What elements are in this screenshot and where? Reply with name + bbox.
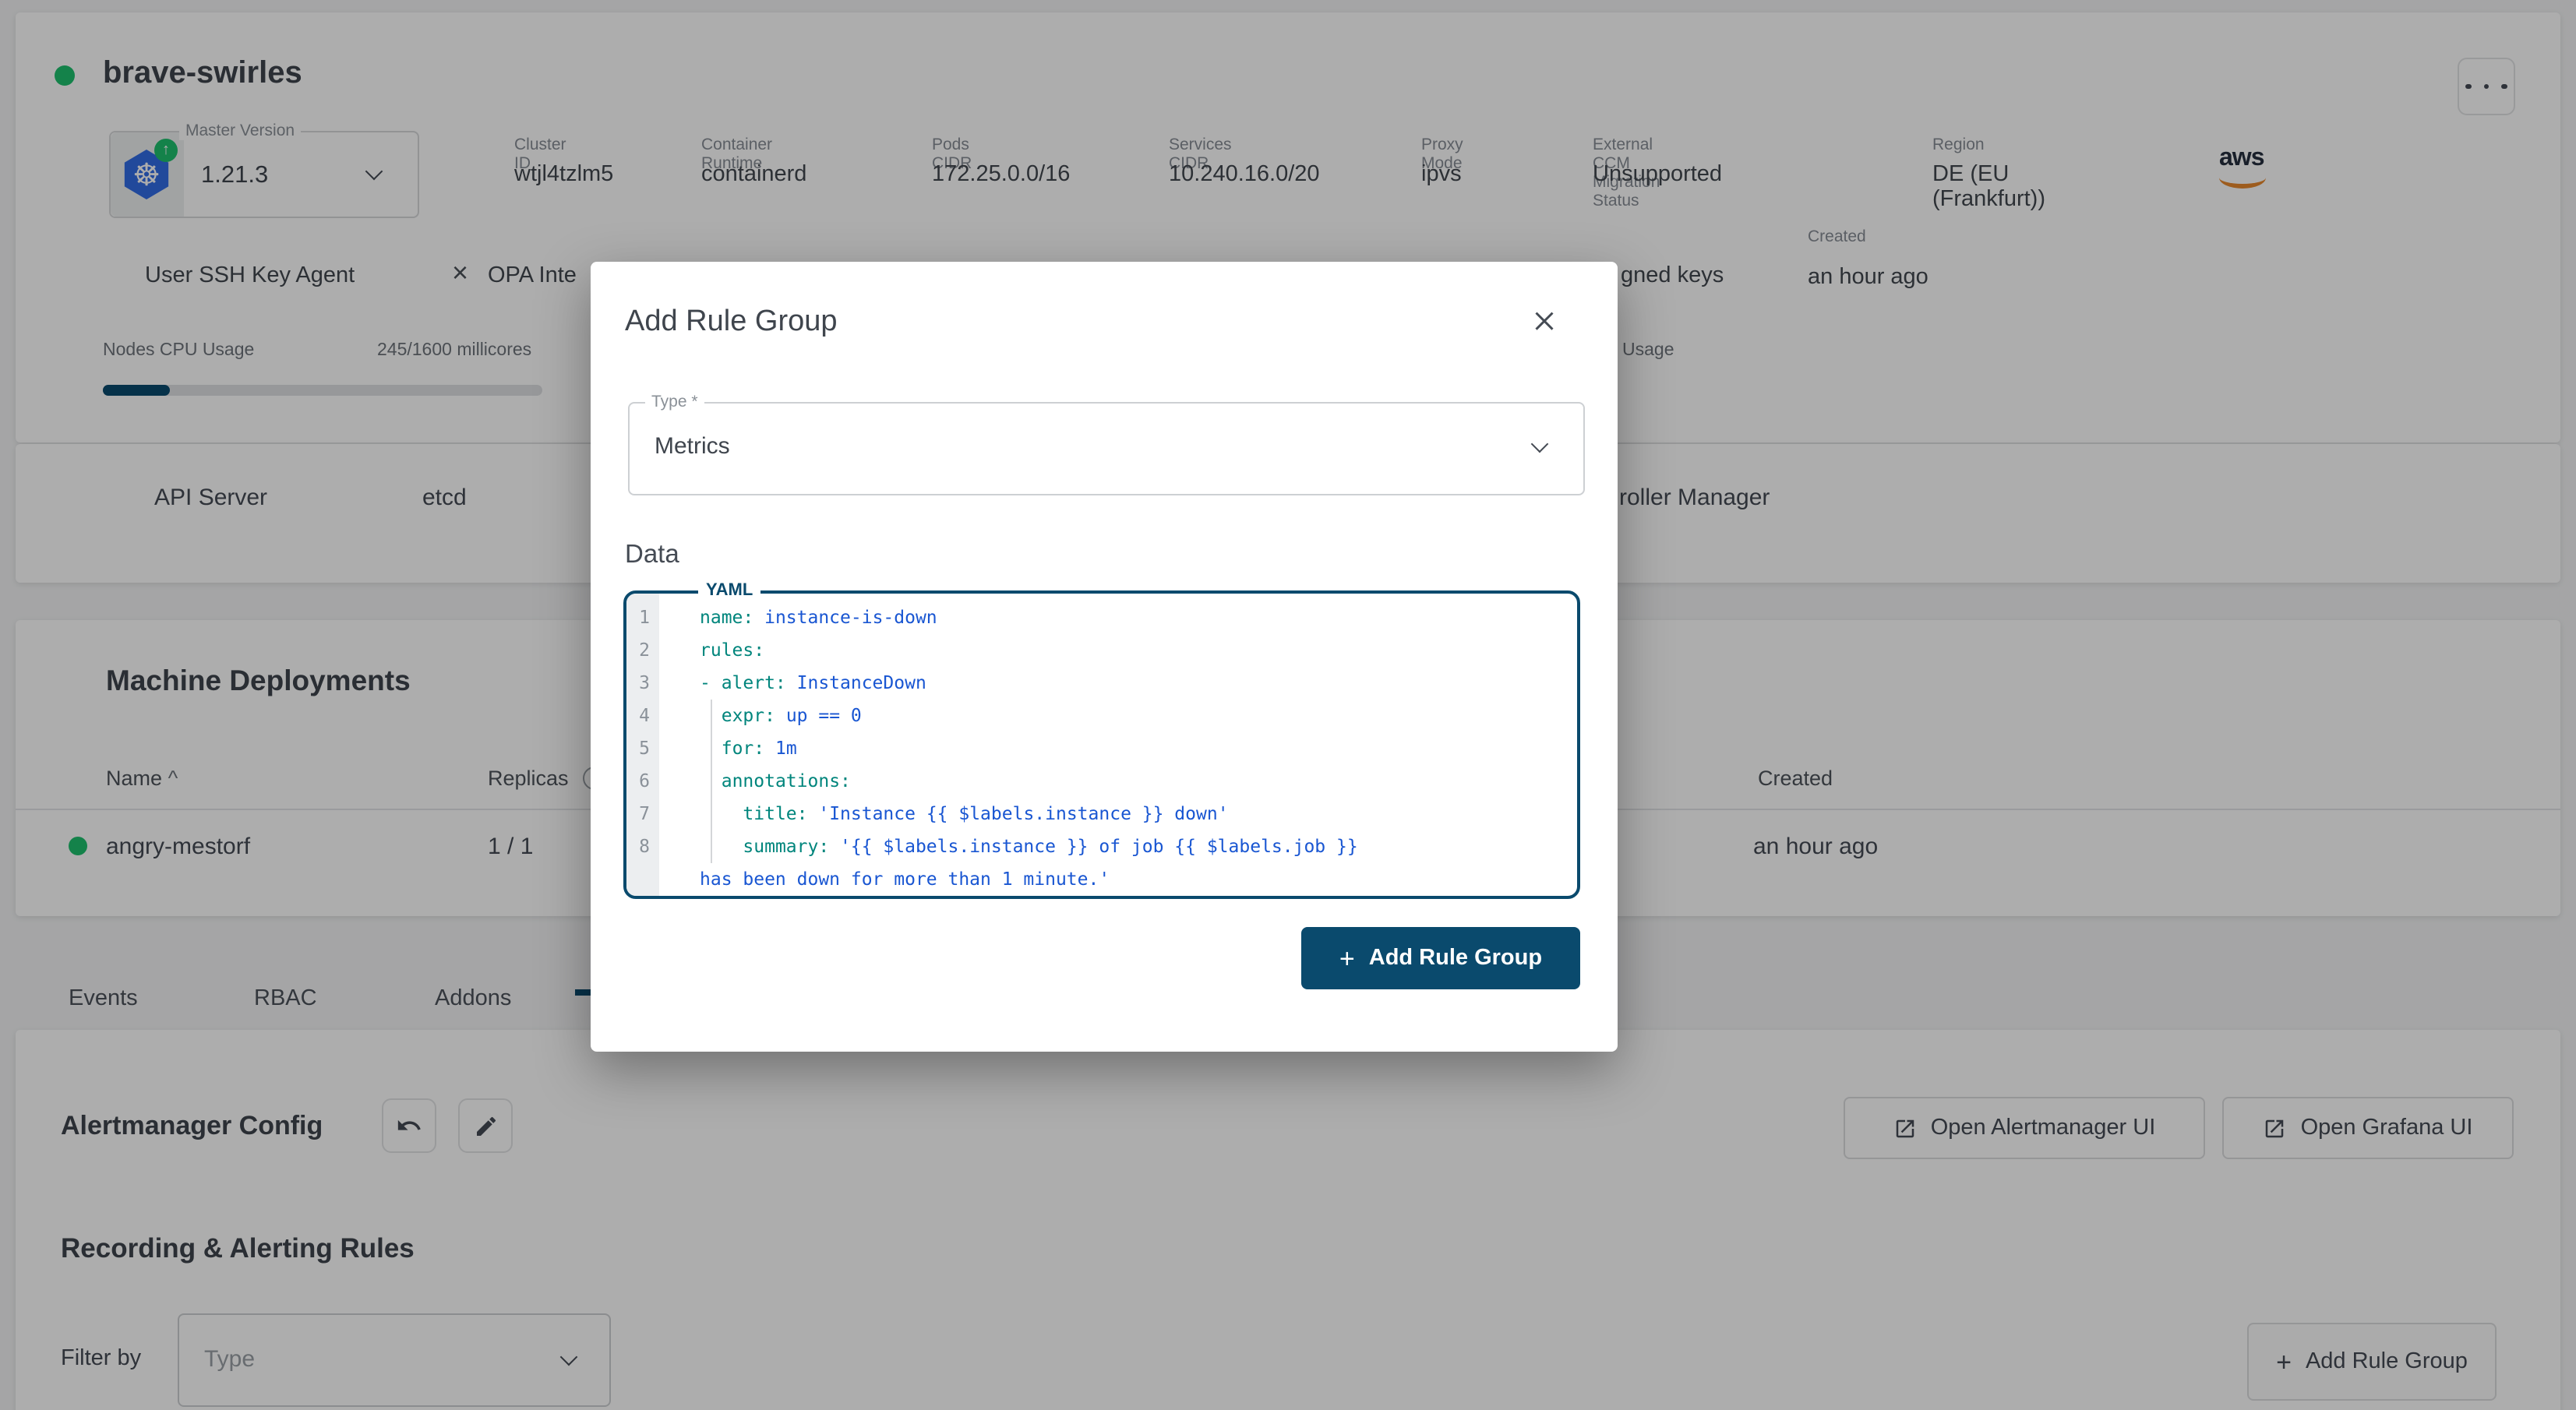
add-rule-group-dialog: Add Rule Group Type * Metrics Data YAML …: [591, 262, 1618, 1052]
type-select-value: Metrics: [655, 433, 730, 460]
code-line: 4 expr: up == 0: [626, 700, 1577, 732]
code-text: title: 'Instance {{ $labels.instance }} …: [743, 802, 1229, 824]
code-line: 7 title: 'Instance {{ $labels.instance }…: [626, 798, 1577, 830]
line-number: 8: [639, 835, 650, 857]
cluster-page: brave-swirles ☸ ↑ Master Version 1.21.3 …: [0, 0, 2576, 1410]
line-number: 1: [639, 606, 650, 628]
rule-type-select[interactable]: Type * Metrics: [628, 393, 1585, 495]
yaml-editor[interactable]: YAML 1 name: instance-is-down 2 rules: 3- al…: [623, 581, 1580, 899]
code-line: 5 for: 1m: [626, 732, 1577, 765]
yaml-editor-lines: 1 name: instance-is-down 2 rules: 3 - alert: …: [626, 594, 1577, 896]
code-text: summary: '{{ $labels.instance }} of job …: [743, 835, 1358, 857]
code-text: has been down for more than 1 minute.': [700, 868, 1110, 890]
code-line: 2 rules:: [626, 634, 1577, 667]
code-text: rules:: [700, 639, 765, 661]
chevron-down-icon: [1530, 435, 1549, 453]
plus-icon: +: [1339, 943, 1355, 973]
code-line: 6 annotations:: [626, 765, 1577, 798]
code-text: name: instance-is-down: [700, 606, 937, 628]
close-icon: [1535, 312, 1554, 330]
line-number: 7: [639, 802, 650, 824]
type-select-label: Type *: [645, 393, 704, 411]
dialog-title: Add Rule Group: [625, 305, 838, 338]
code-line: has been down for more than 1 minute.': [626, 863, 1577, 896]
code-text: annotations:: [721, 770, 851, 791]
data-section-label: Data: [625, 541, 679, 569]
code-text: expr: up == 0: [721, 704, 862, 726]
code-line: 8 summary: '{{ $labels.instance }} of jo…: [626, 830, 1577, 863]
close-dialog-button[interactable]: [1530, 305, 1558, 341]
code-line: 1 name: instance-is-down: [626, 601, 1577, 634]
line-number: 3: [639, 672, 650, 693]
code-line: 3 - alert: InstanceDown: [626, 667, 1577, 700]
line-number: 6: [639, 770, 650, 791]
code-text: for: 1m: [721, 737, 797, 759]
code-text: - alert: InstanceDown: [700, 672, 926, 693]
line-number: 2: [639, 639, 650, 661]
submit-add-rule-group-button[interactable]: + Add Rule Group: [1301, 927, 1580, 989]
line-number: 5: [639, 737, 650, 759]
line-number: 4: [639, 704, 650, 726]
line-number: [626, 863, 659, 896]
